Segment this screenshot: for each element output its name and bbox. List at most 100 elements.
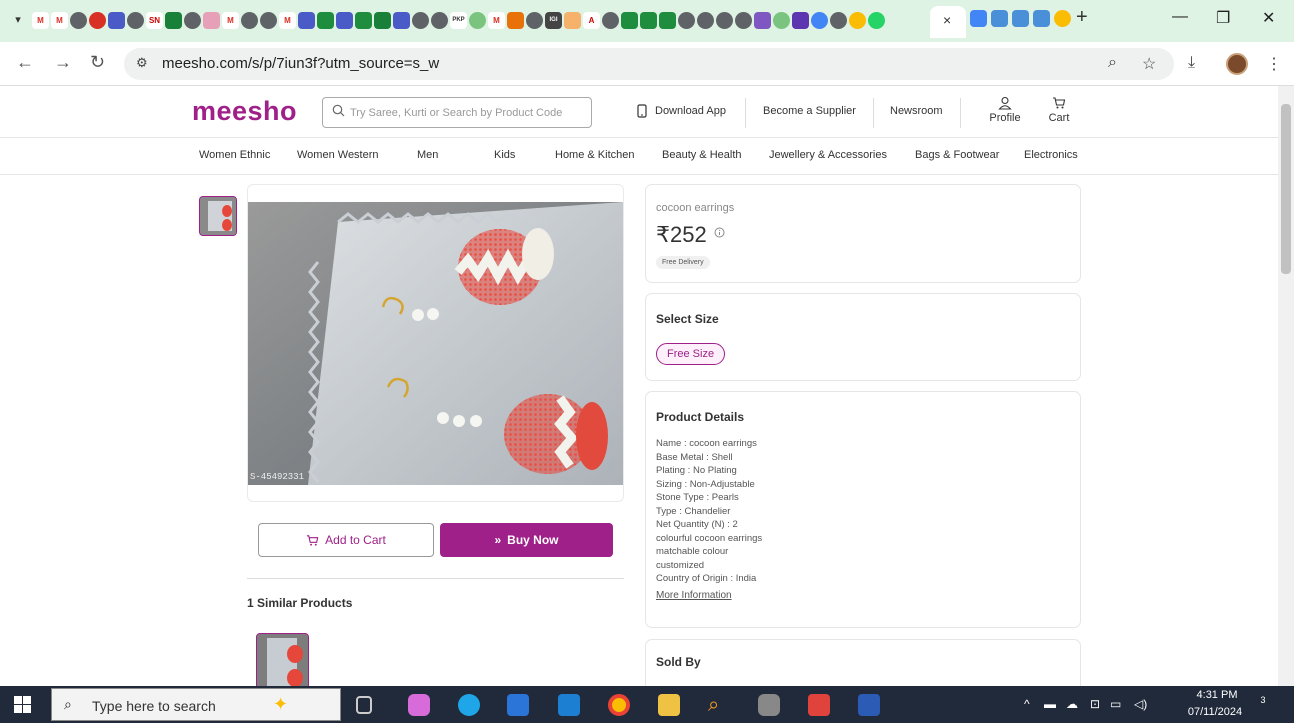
info-icon[interactable] <box>714 227 725 238</box>
zoom-icon[interactable]: ⌕ <box>1108 54 1117 72</box>
scrollbar-thumb[interactable] <box>1281 104 1291 274</box>
chrome-icon[interactable] <box>608 694 630 716</box>
menu-kebab-icon[interactable]: ⋮ <box>1266 54 1282 74</box>
pkp-tab-icon[interactable]: PKP <box>450 11 467 29</box>
docs-tab-icon[interactable] <box>393 11 410 29</box>
drive-tab-icon[interactable] <box>317 11 334 29</box>
category-home-kitchen[interactable]: Home & Kitchen <box>555 149 634 161</box>
gmail-tab-icon[interactable]: M <box>488 11 505 29</box>
gear-tab-icon[interactable] <box>1054 10 1071 27</box>
page-scrollbar[interactable] <box>1278 86 1294 686</box>
docs-tab-icon[interactable] <box>298 11 315 29</box>
omnibox[interactable]: ⚙ meesho.com/s/p/7iun3f?utm_source=s_w <box>124 48 1174 80</box>
battery-icon[interactable]: ▬ <box>1044 697 1056 711</box>
chrome-tab-icon[interactable] <box>735 11 752 29</box>
newsroom-link[interactable]: Newsroom <box>890 105 943 117</box>
reload-icon[interactable]: ↻ <box>90 52 105 73</box>
play-tab-icon[interactable] <box>970 10 987 27</box>
similar-product-thumbnail[interactable] <box>256 633 309 686</box>
green-tab-icon[interactable] <box>773 11 790 29</box>
category-bags-footwear[interactable]: Bags & Footwear <box>915 149 999 161</box>
chrome-tab-icon[interactable] <box>241 11 258 29</box>
copilot-icon[interactable] <box>408 694 430 716</box>
diamond-tab-icon[interactable] <box>1033 10 1050 27</box>
chrome-tab-icon[interactable] <box>602 11 619 29</box>
browser-profile-avatar[interactable] <box>1226 53 1248 75</box>
sn-tab-icon[interactable]: SN <box>146 11 163 29</box>
chrome-tab-icon[interactable] <box>830 11 847 29</box>
chrome-tab-icon[interactable] <box>412 11 429 29</box>
whatsapp-tab-icon[interactable] <box>868 11 885 29</box>
igi-tab-icon[interactable]: IGI <box>545 11 562 29</box>
site-settings-icon[interactable]: ⚙ <box>136 55 148 71</box>
chrome-tab-icon[interactable] <box>678 11 695 29</box>
pdf-icon[interactable] <box>808 694 830 716</box>
chrome-tab-icon[interactable] <box>716 11 733 29</box>
size-option-free-size[interactable]: Free Size <box>656 343 726 365</box>
sparkle-icon[interactable]: ✦ <box>273 694 295 716</box>
chrome-tab-icon[interactable] <box>127 11 144 29</box>
sheets-tab-icon[interactable] <box>108 11 125 29</box>
category-kids[interactable]: Kids <box>494 149 515 161</box>
profile-button[interactable]: Profile <box>985 96 1025 130</box>
chrome-tab-icon[interactable] <box>697 11 714 29</box>
category-women-ethnic[interactable]: Women Ethnic <box>199 149 270 161</box>
notification-badge[interactable]: 3 <box>1254 695 1272 713</box>
red-tab-icon[interactable] <box>89 11 106 29</box>
a-tab-icon[interactable]: A <box>583 11 600 29</box>
plus-tab-icon[interactable] <box>374 11 391 29</box>
volume-icon[interactable]: ◁) <box>1134 697 1147 711</box>
close-window-icon[interactable]: ✕ <box>1262 8 1275 28</box>
product-thumbnail[interactable] <box>199 196 237 236</box>
plus-tab-icon[interactable] <box>165 11 182 29</box>
search-app-icon[interactable]: ⌕ <box>708 694 730 716</box>
restore-icon[interactable]: ❐ <box>1216 8 1230 28</box>
gmail-tab-icon[interactable]: M <box>32 11 49 29</box>
drive-tab-icon[interactable] <box>355 11 372 29</box>
purple-tab-icon[interactable] <box>754 11 771 29</box>
tab-search-chevron-icon[interactable]: ▾ <box>8 10 28 30</box>
product-image[interactable]: S-45492331 <box>248 202 623 485</box>
meesho-logo[interactable]: meesho <box>192 96 297 127</box>
orange-tab-icon[interactable] <box>507 11 524 29</box>
cloud-icon[interactable]: ☁ <box>1066 697 1078 711</box>
chrome-tab-icon[interactable] <box>184 11 201 29</box>
forward-arrow-icon[interactable]: → <box>54 52 72 73</box>
close-tab-icon[interactable]: × <box>943 12 951 28</box>
gear-tab-icon[interactable] <box>849 11 866 29</box>
blue-tab-icon[interactable] <box>811 11 828 29</box>
pink-tab-icon[interactable] <box>203 11 220 29</box>
download-icon[interactable]: ⤓ <box>1188 54 1195 72</box>
add-to-cart-button[interactable]: Add to Cart <box>258 523 434 557</box>
flag-tab-icon[interactable] <box>564 11 581 29</box>
buy-now-button[interactable]: » Buy Now <box>440 523 613 557</box>
category-men[interactable]: Men <box>417 149 438 161</box>
search-input[interactable]: Try Saree, Kurti or Search by Product Co… <box>322 97 592 128</box>
file-explorer-icon[interactable] <box>658 694 680 716</box>
gmail-tab-icon[interactable]: M <box>222 11 239 29</box>
drive-tab-icon[interactable] <box>640 11 657 29</box>
minimize-icon[interactable]: — <box>1172 8 1188 26</box>
cart-button[interactable]: Cart <box>1044 96 1074 130</box>
chrome-tab-icon[interactable] <box>260 11 277 29</box>
windows-start-icon[interactable] <box>14 696 31 713</box>
green-tab-icon[interactable] <box>469 11 486 29</box>
back-arrow-icon[interactable]: ← <box>16 52 34 73</box>
network-icon[interactable]: ⊡ <box>1090 697 1100 711</box>
diamond-tab-icon[interactable] <box>991 10 1008 27</box>
chrome-tab-icon[interactable] <box>526 11 543 29</box>
gmail-tab-icon[interactable]: M <box>279 11 296 29</box>
docs-tab-icon[interactable] <box>336 11 353 29</box>
category-beauty-health[interactable]: Beauty & Health <box>662 149 742 161</box>
category-jewellery-accessories[interactable]: Jewellery & Accessories <box>769 149 887 161</box>
diamond-tab-icon[interactable] <box>1012 10 1029 27</box>
chrome-tab-icon[interactable] <box>70 11 87 29</box>
drive-tab-icon[interactable] <box>659 11 676 29</box>
clock-date[interactable]: 07/11/2024 <box>1182 706 1248 718</box>
chrome-profile-icon[interactable] <box>758 694 780 716</box>
tray-chevron-icon[interactable]: ^ <box>1024 697 1030 711</box>
download-app-link[interactable]: Download App <box>655 105 726 117</box>
store-icon[interactable] <box>507 694 529 716</box>
mail-icon[interactable] <box>558 694 580 716</box>
become-supplier-link[interactable]: Become a Supplier <box>763 105 856 117</box>
